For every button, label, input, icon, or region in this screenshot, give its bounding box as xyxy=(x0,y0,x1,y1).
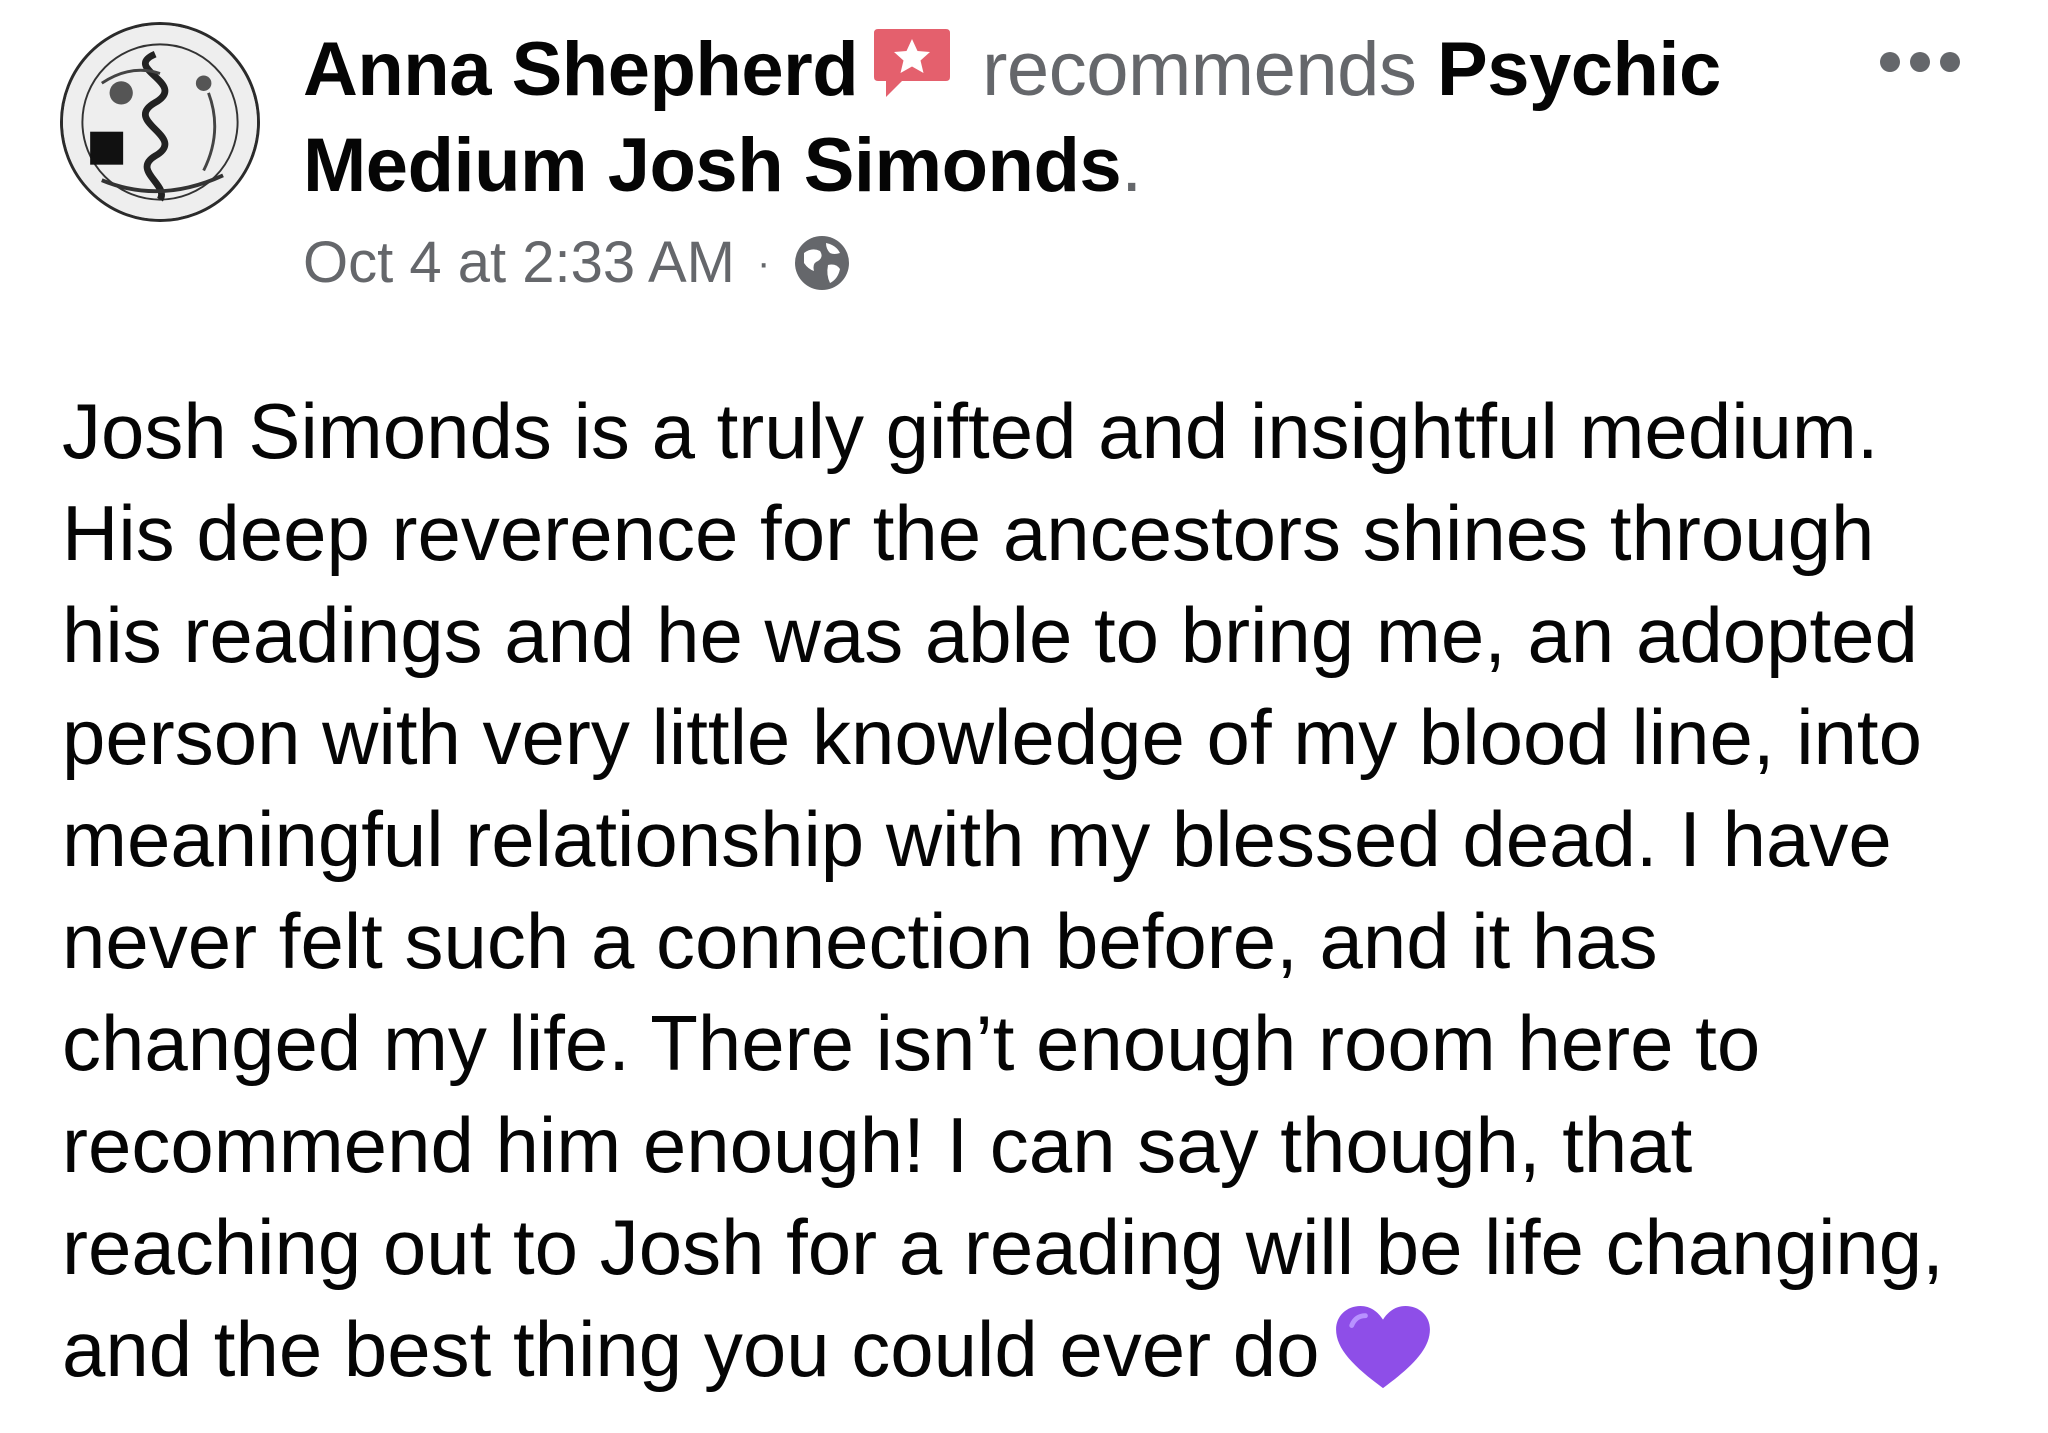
recommendation-star-icon xyxy=(872,25,952,101)
body-line: and the best thing you could ever do xyxy=(62,1305,1320,1393)
body-line: changed my life. There isn’t enough room… xyxy=(62,999,1761,1087)
timestamp[interactable]: Oct 4 at 2:33 AM xyxy=(303,228,735,298)
globe-icon[interactable] xyxy=(792,233,852,293)
more-dot xyxy=(1880,52,1900,72)
post-meta: Oct 4 at 2:33 AM · xyxy=(303,228,852,298)
body-line: His deep reverence for the ancestors shi… xyxy=(62,489,1875,577)
body-line: never felt such a connection before, and… xyxy=(62,897,1658,985)
meta-separator: · xyxy=(757,241,771,285)
body-line: Josh Simonds is a truly gifted and insig… xyxy=(62,387,1879,475)
avatar[interactable] xyxy=(60,22,260,222)
header-period: . xyxy=(1121,123,1142,208)
page-name-line1[interactable]: Psychic xyxy=(1437,27,1721,112)
body-line: person with very little knowledge of my … xyxy=(62,693,1922,781)
body-line: meaningful relationship with my blessed … xyxy=(62,795,1892,883)
more-options-icon[interactable] xyxy=(1880,48,1970,76)
post-header: Anna Shepherd recommends Psychic Medium … xyxy=(303,22,1803,214)
purple-heart-icon xyxy=(1334,1304,1432,1392)
body-line-last: and the best thing you could ever do xyxy=(62,1298,2022,1400)
body-line: his readings and he was able to bring me… xyxy=(62,591,1918,679)
more-dot xyxy=(1940,52,1960,72)
page-name-line2[interactable]: Medium Josh Simonds xyxy=(303,123,1122,208)
more-dot xyxy=(1910,52,1930,72)
author-name[interactable]: Anna Shepherd xyxy=(303,27,859,112)
recommends-label: recommends xyxy=(982,27,1417,112)
post-body: Josh Simonds is a truly gifted and insig… xyxy=(62,380,2022,1400)
body-line: reaching out to Josh for a reading will … xyxy=(62,1203,1944,1291)
body-line: recommend him enough! I can say though, … xyxy=(62,1101,1693,1189)
recommendation-post: Anna Shepherd recommends Psychic Medium … xyxy=(0,0,2048,1433)
